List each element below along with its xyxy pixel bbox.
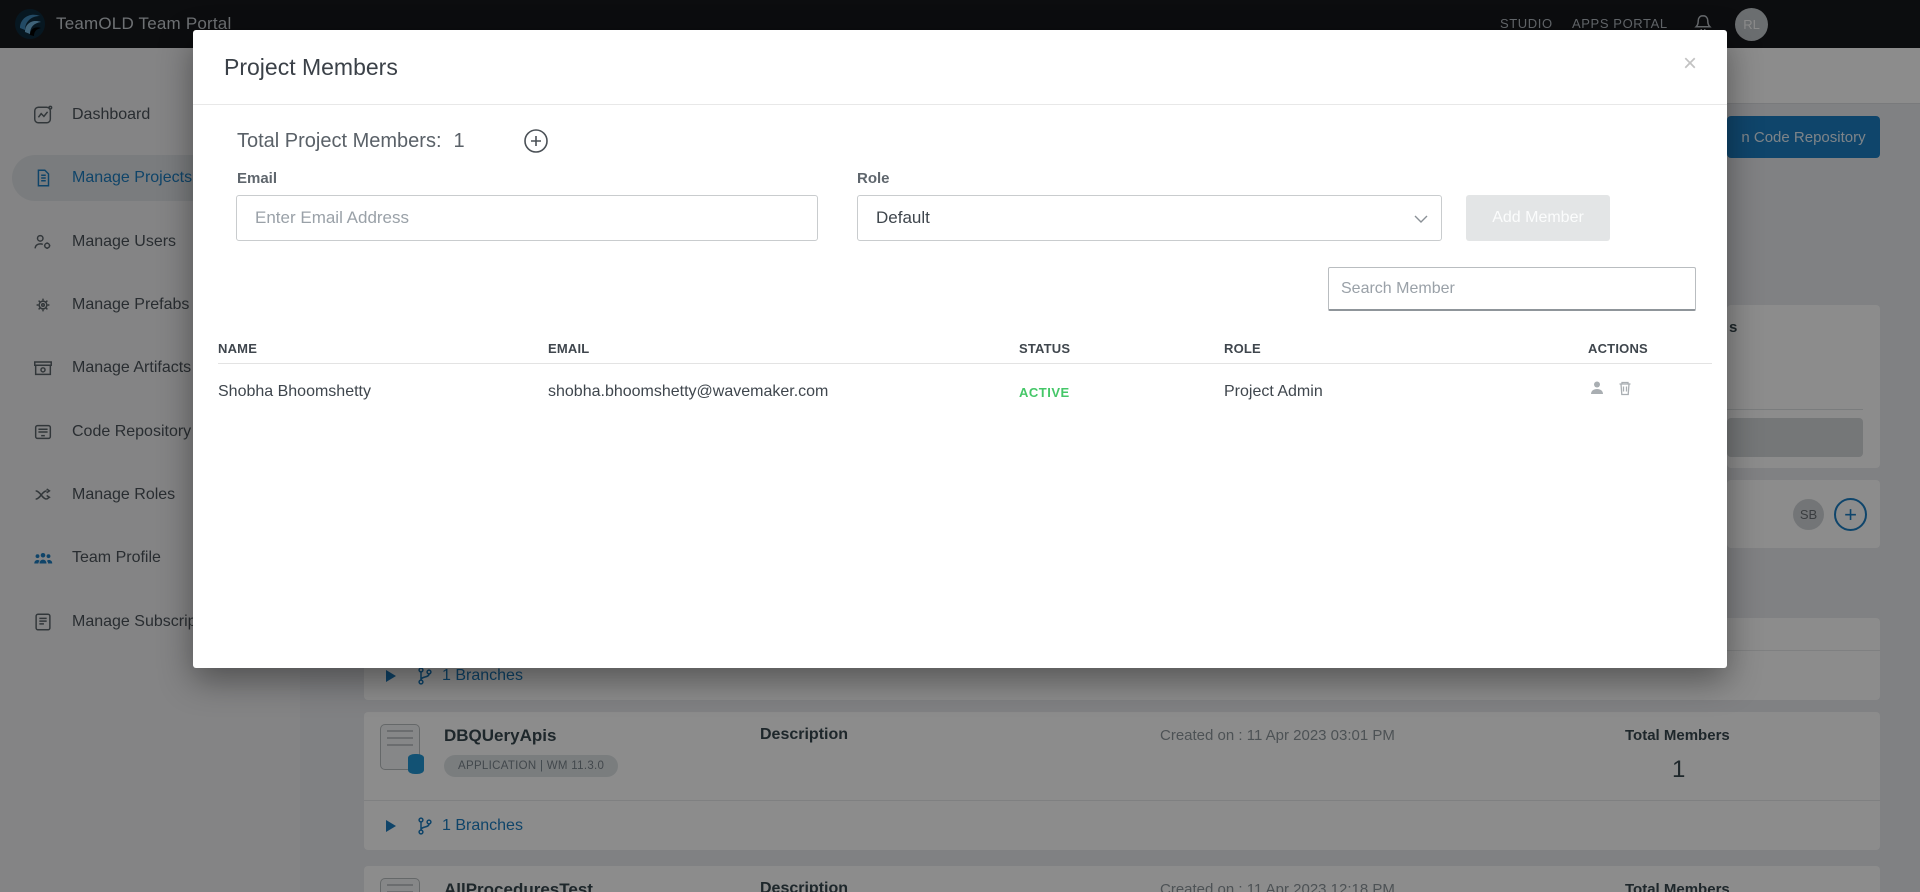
column-header-status: STATUS [1019, 341, 1070, 356]
member-role: Project Admin [1224, 383, 1323, 401]
column-header-role: ROLE [1224, 341, 1261, 356]
role-select[interactable]: Default [857, 195, 1442, 241]
member-profile-icon[interactable] [1588, 379, 1606, 397]
member-email: shobha.bhoomshetty@wavemaker.com [548, 383, 828, 401]
role-label: Role [857, 170, 890, 187]
column-header-actions: ACTIONS [1588, 341, 1648, 356]
column-header-email: EMAIL [548, 341, 589, 356]
chevron-down-icon [1411, 209, 1431, 229]
search-member-input[interactable] [1328, 267, 1696, 311]
modal-title: Project Members [224, 54, 398, 81]
project-members-modal: Project Members × Total Project Members:… [193, 30, 1727, 668]
divider [218, 363, 1712, 364]
delete-trash-icon[interactable] [1616, 379, 1634, 397]
member-name: Shobha Bhoomshetty [218, 383, 371, 401]
app-root: TeamOLD Team Portal STUDIO APPS PORTAL R… [0, 0, 1920, 892]
role-selected-value: Default [876, 208, 930, 228]
column-header-name: NAME [218, 341, 257, 356]
total-members-row: Total Project Members: 1 [237, 128, 549, 154]
email-field[interactable] [236, 195, 818, 241]
add-member-button[interactable]: Add Member [1466, 195, 1610, 241]
total-project-members-value: 1 [454, 130, 465, 153]
total-project-members-label: Total Project Members: [237, 130, 442, 153]
member-status-badge: ACTIVE [1019, 385, 1070, 400]
close-icon[interactable]: × [1683, 52, 1697, 76]
email-label: Email [237, 170, 277, 187]
modal-header: Project Members × [193, 30, 1727, 105]
add-plus-circle-icon[interactable] [523, 128, 549, 154]
